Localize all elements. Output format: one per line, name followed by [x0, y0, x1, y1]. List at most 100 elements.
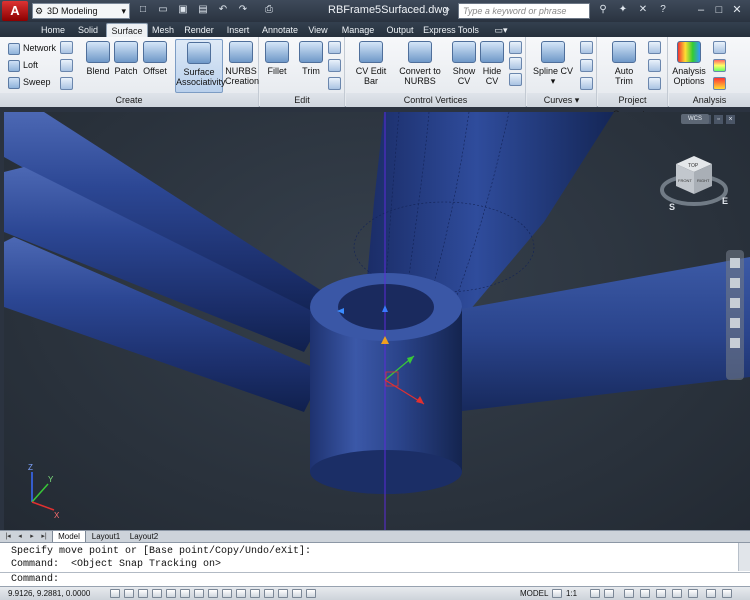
- tab-view[interactable]: View: [304, 23, 332, 37]
- snap-mode-icon[interactable]: [124, 589, 134, 598]
- tab-solid[interactable]: Solid: [72, 23, 104, 37]
- dynamic-input-icon[interactable]: [236, 589, 246, 598]
- minimize-button[interactable]: –: [692, 3, 710, 17]
- open-icon[interactable]: ▭: [156, 3, 170, 17]
- next-tab-icon[interactable]: ▸: [28, 532, 36, 542]
- project-ucs-icon[interactable]: [648, 41, 661, 54]
- planar-icon[interactable]: [60, 41, 73, 54]
- selection-cycling-icon[interactable]: [292, 589, 302, 598]
- tab-render[interactable]: Render: [180, 23, 218, 37]
- trim-button[interactable]: Trim: [296, 39, 326, 93]
- object-snap-icon[interactable]: [180, 589, 190, 598]
- save-as-icon[interactable]: ▤: [196, 3, 210, 17]
- binoculars-icon[interactable]: ⚲: [596, 3, 610, 17]
- network-button[interactable]: Network: [8, 42, 56, 55]
- workspace-switching-icon[interactable]: [624, 589, 634, 598]
- spline-cv-button[interactable]: Spline CV ▾: [531, 39, 575, 93]
- blend-button[interactable]: Blend: [84, 39, 112, 93]
- redo-icon[interactable]: ↷: [236, 3, 250, 17]
- zebra-icon[interactable]: [713, 41, 726, 54]
- fillet-button[interactable]: Fillet: [262, 39, 292, 93]
- sculpt-icon[interactable]: [328, 77, 341, 90]
- workspace-selector[interactable]: ⚙ 3D Modeling ▾: [32, 3, 130, 19]
- navigation-bar[interactable]: [726, 250, 744, 380]
- search-input[interactable]: Type a keyword or phrase: [458, 3, 590, 19]
- extrude-icon[interactable]: [60, 59, 73, 72]
- auto-scale-icon[interactable]: [604, 589, 614, 598]
- annotation-visibility-icon[interactable]: [590, 589, 600, 598]
- lock-icon[interactable]: [640, 589, 650, 598]
- clean-screen-icon[interactable]: [688, 589, 698, 598]
- plot-icon[interactable]: ⎙: [262, 3, 276, 17]
- panel-label-curves[interactable]: Curves ▾: [527, 93, 596, 107]
- command-input[interactable]: Command:: [11, 573, 59, 586]
- help-icon[interactable]: ?: [656, 3, 670, 17]
- extend-icon[interactable]: [328, 59, 341, 72]
- tab-insert[interactable]: Insert: [220, 23, 256, 37]
- project-view-icon[interactable]: [648, 59, 661, 72]
- cv-edit-bar-button[interactable]: CV Edit Bar: [348, 39, 394, 93]
- grid-display-icon[interactable]: [138, 589, 148, 598]
- loft-button[interactable]: Loft: [8, 59, 38, 72]
- hide-cv-button[interactable]: Hide CV: [478, 39, 506, 93]
- quick-properties-icon[interactable]: [278, 589, 288, 598]
- status-expand-icon[interactable]: [722, 589, 732, 598]
- status-menu-icon[interactable]: [706, 589, 716, 598]
- tab-manage[interactable]: Manage: [336, 23, 380, 37]
- rebuild-icon[interactable]: [509, 41, 522, 54]
- dynamic-ucs-icon[interactable]: [222, 589, 232, 598]
- viewport-close-button[interactable]: ×: [726, 115, 735, 124]
- tab-home[interactable]: Home: [36, 23, 70, 37]
- draft-icon[interactable]: [713, 77, 726, 90]
- orbit-icon[interactable]: [730, 318, 740, 328]
- first-tab-icon[interactable]: |◂: [4, 532, 12, 542]
- remove-cv-icon[interactable]: [509, 73, 522, 86]
- showmotion-icon[interactable]: [730, 338, 740, 348]
- tab-surface[interactable]: Surface: [106, 23, 148, 37]
- spline-freehand-icon[interactable]: [580, 41, 593, 54]
- tab-output[interactable]: Output: [382, 23, 418, 37]
- last-tab-icon[interactable]: ▸|: [40, 532, 48, 542]
- sweep-button[interactable]: Sweep: [8, 76, 51, 89]
- tab-mesh[interactable]: Mesh: [148, 23, 178, 37]
- line-icon[interactable]: [580, 77, 593, 90]
- model-space-toggle[interactable]: MODEL: [520, 587, 548, 600]
- new-icon[interactable]: □: [136, 3, 150, 17]
- curvature-icon[interactable]: [713, 59, 726, 72]
- revolve-icon[interactable]: [60, 77, 73, 90]
- annotation-monitor-icon[interactable]: [306, 589, 316, 598]
- drawing-viewport[interactable]: Z Y X TOP FRONT RIGHT S E – ▫ ×: [4, 112, 750, 530]
- annotation-scale[interactable]: 1:1: [566, 587, 577, 600]
- search-toggle-icon[interactable]: »: [440, 3, 454, 17]
- wcs-menu[interactable]: WCS: [681, 114, 709, 124]
- lineweight-icon[interactable]: [250, 589, 260, 598]
- transparency-icon[interactable]: [264, 589, 274, 598]
- save-icon[interactable]: ▣: [176, 3, 190, 17]
- steering-wheel-icon[interactable]: [730, 258, 740, 268]
- tab-express-tools[interactable]: Express Tools: [420, 23, 482, 37]
- nurbs-creation-button[interactable]: NURBS Creation: [225, 39, 259, 93]
- 3d-object-snap-icon[interactable]: [194, 589, 204, 598]
- maximize-button[interactable]: □: [710, 3, 728, 17]
- convert-to-nurbs-button[interactable]: Convert to NURBS: [398, 39, 442, 93]
- prev-tab-icon[interactable]: ◂: [16, 532, 24, 542]
- polar-tracking-icon[interactable]: [166, 589, 176, 598]
- command-scrollbar[interactable]: [738, 543, 750, 571]
- tools-icon[interactable]: ✦: [616, 3, 630, 17]
- panel-toggle-icon[interactable]: ▭▾: [490, 23, 512, 37]
- infer-constraints-icon[interactable]: [110, 589, 120, 598]
- viewport-restore-button[interactable]: ▫: [714, 115, 723, 124]
- ortho-mode-icon[interactable]: [152, 589, 162, 598]
- pan-icon[interactable]: [730, 278, 740, 288]
- quick-view-icon[interactable]: [552, 589, 562, 598]
- zoom-icon[interactable]: [730, 298, 740, 308]
- untrim-icon[interactable]: [328, 41, 341, 54]
- patch-button[interactable]: Patch: [112, 39, 140, 93]
- auto-trim-button[interactable]: Auto Trim: [604, 39, 644, 93]
- spline-fit-icon[interactable]: [580, 59, 593, 72]
- project-vector-icon[interactable]: [648, 77, 661, 90]
- show-cv-button[interactable]: Show CV: [450, 39, 478, 93]
- add-cv-icon[interactable]: [509, 57, 522, 70]
- surface-associativity-button[interactable]: Surface Associativity: [175, 39, 226, 93]
- close-button[interactable]: ✕: [728, 3, 746, 17]
